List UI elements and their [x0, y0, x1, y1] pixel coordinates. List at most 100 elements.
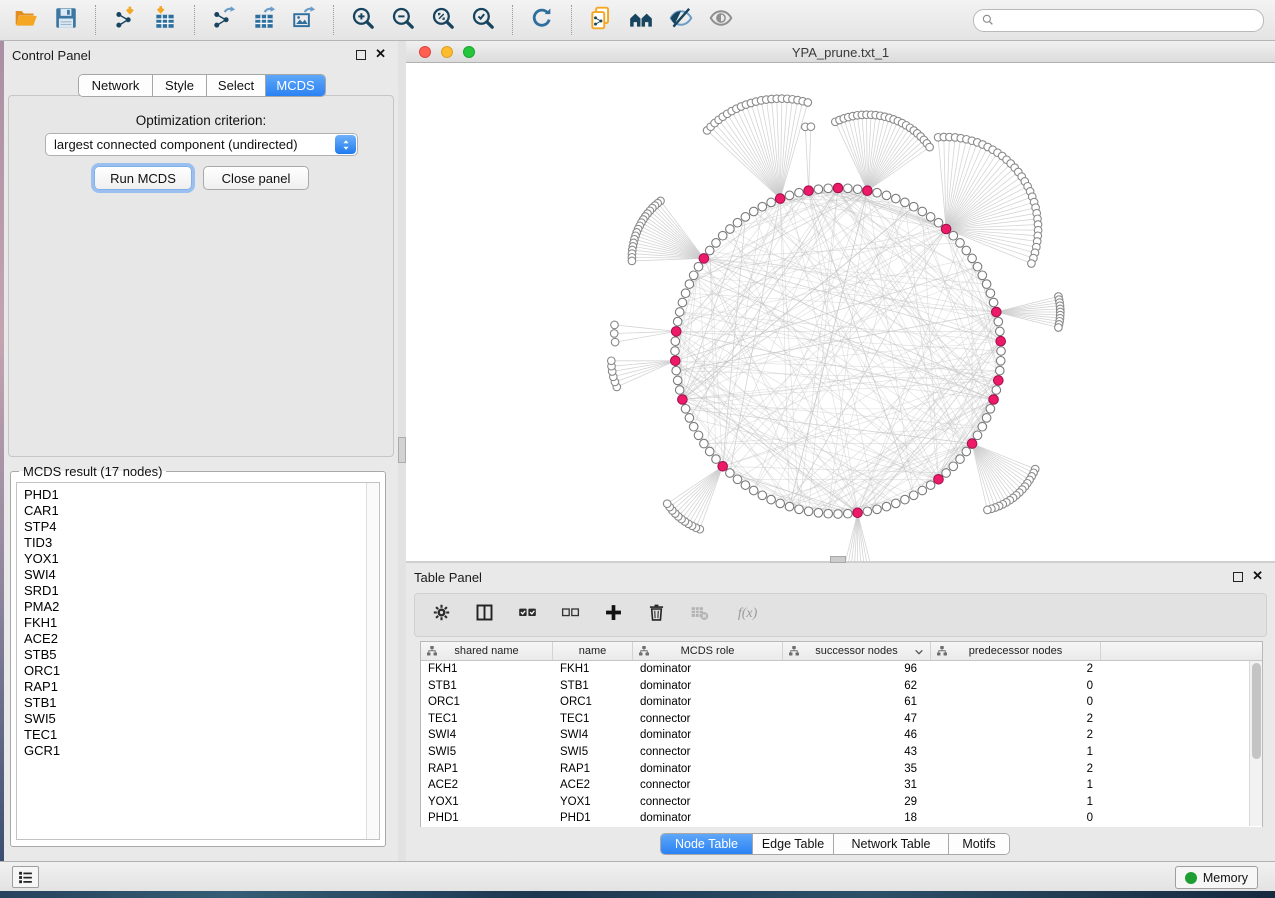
mcds-result-item[interactable]: PHD1 — [24, 487, 379, 503]
show-all-button[interactable] — [701, 3, 741, 37]
table-row[interactable]: RAP1RAP1dominator352 — [421, 761, 1262, 778]
mcds-result-item[interactable]: SWI5 — [24, 711, 379, 727]
export-image-button[interactable] — [284, 3, 324, 37]
export-image-icon — [291, 5, 317, 36]
search-field[interactable] — [973, 9, 1264, 32]
table-row[interactable]: YOX1YOX1connector291 — [421, 794, 1262, 811]
network-window-titlebar[interactable]: YPA_prune.txt_1 — [406, 41, 1275, 63]
optimization-criterion-select[interactable]: largest connected component (undirected) — [45, 133, 358, 156]
mcds-result-item[interactable]: ORC1 — [24, 663, 379, 679]
overview-button[interactable] — [621, 3, 661, 37]
cell-successor-nodes: 29 — [783, 794, 931, 811]
open-file-button[interactable] — [6, 3, 46, 37]
add-row-button[interactable] — [601, 603, 625, 627]
mcds-result-item[interactable]: TEC1 — [24, 727, 379, 743]
cell-predecessor-nodes: 1 — [931, 744, 1101, 761]
function-builder-button[interactable]: f(x) — [730, 603, 764, 627]
column-visibility-button[interactable] — [472, 603, 496, 627]
mcds-result-item[interactable]: FKH1 — [24, 615, 379, 631]
mcds-result-item[interactable]: STP4 — [24, 519, 379, 535]
mcds-result-item[interactable]: PMA2 — [24, 599, 379, 615]
mcds-result-item[interactable]: YOX1 — [24, 551, 379, 567]
column-header-name[interactable]: name — [553, 642, 633, 660]
memory-button[interactable]: Memory — [1175, 866, 1258, 889]
delete-row-icon — [646, 602, 667, 628]
table-row[interactable]: SWI4SWI4dominator462 — [421, 727, 1262, 744]
export-network-button[interactable] — [204, 3, 244, 37]
tab-mcds[interactable]: MCDS — [266, 75, 325, 96]
import-table-icon — [152, 5, 178, 36]
mcds-result-item[interactable]: SRD1 — [24, 583, 379, 599]
cell-MCDS-role: connector — [633, 711, 783, 728]
zoom-selected-button[interactable] — [463, 3, 503, 37]
table-row[interactable]: PHD1PHD1dominator180 — [421, 810, 1262, 827]
cell-shared-name: ACE2 — [421, 777, 553, 794]
float-window-icon[interactable] — [356, 50, 366, 60]
tab-style[interactable]: Style — [153, 75, 207, 96]
memory-label: Memory — [1203, 871, 1248, 885]
import-network-button[interactable] — [105, 3, 145, 37]
save-session-button[interactable] — [46, 3, 86, 37]
table-body: FKH1FKH1dominator962STB1STB1dominator620… — [421, 661, 1262, 827]
delete-row-button[interactable] — [644, 603, 668, 627]
table-scrollbar[interactable] — [1249, 661, 1262, 826]
import-table-button[interactable] — [145, 3, 185, 37]
divider-grip[interactable] — [398, 437, 406, 463]
mcds-result-item[interactable]: GCR1 — [24, 743, 379, 759]
mcds-result-item[interactable]: STB5 — [24, 647, 379, 663]
sort-down-icon — [914, 647, 924, 657]
table-row[interactable]: STB1STB1dominator620 — [421, 678, 1262, 695]
deselect-all-button[interactable] — [558, 603, 582, 627]
task-history-button[interactable] — [12, 866, 39, 888]
settings-gear-button[interactable] — [429, 603, 453, 627]
search-input[interactable] — [995, 11, 1263, 30]
column-header-filler — [1101, 642, 1262, 660]
network-graph[interactable] — [406, 63, 1275, 563]
mcds-list-scrollbar[interactable] — [366, 483, 379, 839]
table-scrollbar-thumb[interactable] — [1252, 663, 1261, 759]
tab-edge-table[interactable]: Edge Table — [753, 834, 834, 854]
panel-split-divider[interactable] — [398, 41, 406, 861]
hide-selected-button[interactable] — [661, 3, 701, 37]
column-header-MCDS-role[interactable]: MCDS role — [633, 642, 783, 660]
tab-network[interactable]: Network — [79, 75, 153, 96]
table-row[interactable]: SWI5SWI5connector431 — [421, 744, 1262, 761]
mcds-result-item[interactable]: RAP1 — [24, 679, 379, 695]
divider-grip-horizontal[interactable] — [830, 556, 846, 563]
clone-network-button[interactable] — [581, 3, 621, 37]
tab-network-table[interactable]: Network Table — [834, 834, 949, 854]
export-table-button[interactable] — [244, 3, 284, 37]
zoom-fit-button[interactable] — [423, 3, 463, 37]
select-all-icon — [517, 602, 538, 628]
zoom-out-button[interactable] — [383, 3, 423, 37]
mcds-result-item[interactable]: STB1 — [24, 695, 379, 711]
tab-motifs[interactable]: Motifs — [949, 834, 1009, 854]
column-header-predecessor-nodes[interactable]: predecessor nodes — [931, 642, 1101, 660]
mcds-result-item[interactable]: SWI4 — [24, 567, 379, 583]
run-mcds-button[interactable]: Run MCDS — [94, 166, 192, 190]
table-row[interactable]: TEC1TEC1connector472 — [421, 711, 1262, 728]
mcds-tab-content: Optimization criterion: largest connecte… — [8, 95, 394, 457]
mcds-result-item[interactable]: CAR1 — [24, 503, 379, 519]
tab-select[interactable]: Select — [207, 75, 266, 96]
mcds-close-panel-button[interactable]: Close panel — [203, 166, 309, 190]
column-header-successor-nodes[interactable]: successor nodes — [783, 642, 931, 660]
close-icon[interactable]: ✕ — [375, 47, 386, 61]
table-row[interactable]: FKH1FKH1dominator962 — [421, 661, 1262, 678]
delete-table-button[interactable] — [687, 603, 711, 627]
mcds-result-item[interactable]: ACE2 — [24, 631, 379, 647]
table-row[interactable]: ACE2ACE2connector311 — [421, 777, 1262, 794]
column-header-shared-name[interactable]: shared name — [421, 642, 553, 660]
memory-status-icon — [1185, 872, 1197, 884]
mcds-result-item[interactable]: TID3 — [24, 535, 379, 551]
float-window-icon[interactable] — [1233, 572, 1243, 582]
network-canvas[interactable] — [406, 63, 1275, 563]
svg-text:f(x): f(x) — [737, 606, 757, 621]
refresh-view-button[interactable] — [522, 3, 562, 37]
select-all-button[interactable] — [515, 603, 539, 627]
zoom-in-button[interactable] — [343, 3, 383, 37]
table-row[interactable]: ORC1ORC1dominator610 — [421, 694, 1262, 711]
close-icon[interactable]: ✕ — [1252, 569, 1263, 583]
tab-node-table[interactable]: Node Table — [661, 834, 753, 854]
cell-predecessor-nodes: 2 — [931, 661, 1101, 678]
